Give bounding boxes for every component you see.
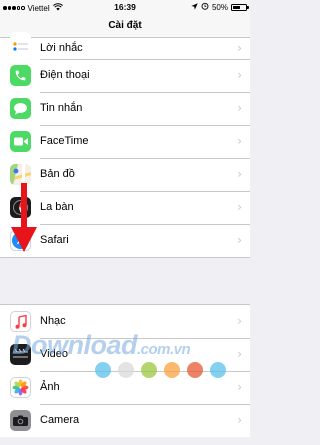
phone-icon bbox=[10, 65, 31, 86]
row-label: Video bbox=[40, 348, 68, 360]
status-right: 50% bbox=[191, 2, 249, 12]
settings-row-photos[interactable]: Ảnh › bbox=[0, 371, 250, 404]
chevron-right-icon: › bbox=[237, 413, 242, 427]
chevron-right-icon: › bbox=[237, 380, 242, 394]
status-bar: Viettel 16:39 50% bbox=[0, 0, 250, 14]
row-label: Điện thoại bbox=[40, 69, 90, 81]
settings-row-camera[interactable]: Camera › bbox=[0, 404, 250, 437]
settings-row-music[interactable]: Nhạc › bbox=[0, 305, 250, 338]
chevron-right-icon: › bbox=[237, 134, 242, 148]
location-icon bbox=[191, 2, 198, 12]
navigation-bar: Cài đặt bbox=[0, 14, 250, 38]
battery-percent: 50% bbox=[211, 2, 228, 12]
chevron-right-icon: › bbox=[237, 314, 242, 328]
settings-row-facetime[interactable]: FaceTime › bbox=[0, 125, 250, 158]
chevron-right-icon: › bbox=[237, 68, 242, 82]
settings-row-reminders[interactable]: Lời nhắc › bbox=[0, 32, 250, 59]
page-title: Cài đặt bbox=[108, 20, 142, 31]
settings-row-phone[interactable]: Điện thoại › bbox=[0, 59, 250, 92]
messages-icon bbox=[10, 98, 31, 119]
maps-icon bbox=[10, 164, 31, 185]
chevron-right-icon: › bbox=[237, 167, 242, 181]
music-icon bbox=[10, 311, 31, 332]
settings-row-video[interactable]: Video › bbox=[0, 338, 250, 371]
chevron-right-icon: › bbox=[237, 200, 242, 214]
chevron-right-icon: › bbox=[237, 347, 242, 361]
reminders-icon bbox=[10, 32, 31, 53]
alarm-icon bbox=[201, 2, 209, 12]
row-label: FaceTime bbox=[40, 135, 89, 147]
chevron-right-icon: › bbox=[237, 101, 242, 115]
row-label: Camera bbox=[40, 414, 80, 426]
row-label: La bàn bbox=[40, 201, 74, 213]
row-label: Ảnh bbox=[40, 381, 60, 393]
row-label: Nhạc bbox=[40, 315, 66, 327]
photos-icon bbox=[10, 377, 31, 398]
row-label: Tin nhắn bbox=[40, 102, 83, 114]
camera-icon bbox=[10, 410, 31, 431]
facetime-icon bbox=[10, 131, 31, 152]
row-label: Safari bbox=[40, 234, 69, 246]
annotation-arrow-icon bbox=[11, 183, 37, 252]
battery-level bbox=[233, 5, 240, 9]
video-icon bbox=[10, 344, 31, 365]
settings-group-media: Nhạc › Video › Ảnh › Camera › bbox=[0, 304, 250, 437]
row-label: Bản đồ bbox=[40, 168, 75, 180]
chevron-right-icon: › bbox=[237, 41, 242, 55]
battery-icon bbox=[231, 3, 249, 11]
chevron-right-icon: › bbox=[237, 233, 242, 247]
row-label: Lời nhắc bbox=[40, 42, 83, 54]
settings-row-messages[interactable]: Tin nhắn › bbox=[0, 92, 250, 125]
